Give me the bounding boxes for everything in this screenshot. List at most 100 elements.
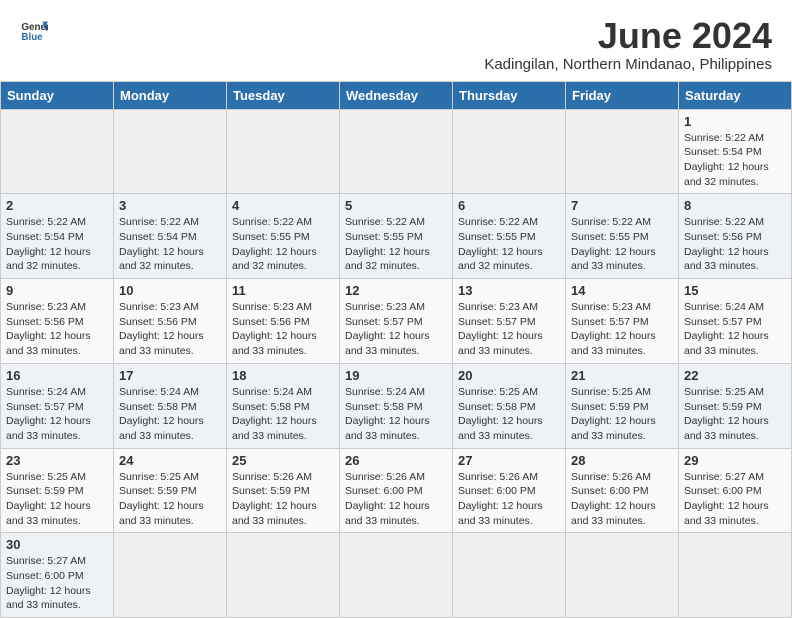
- day-number: 4: [232, 198, 334, 213]
- day-number: 21: [571, 368, 673, 383]
- sunrise-text: Sunrise: 5:23 AM: [458, 300, 560, 315]
- daylight-text: Daylight: 12 hours and 32 minutes.: [345, 245, 447, 274]
- calendar-cell: 18Sunrise: 5:24 AMSunset: 5:58 PMDayligh…: [227, 363, 340, 448]
- day-info: Sunrise: 5:24 AMSunset: 5:57 PMDaylight:…: [6, 385, 108, 444]
- day-number: 2: [6, 198, 108, 213]
- calendar-cell: 19 Sunrise: 5:24 AMSunset: 5:58 PMDayligh…: [340, 363, 453, 448]
- day-info: Sunrise: 5:25 AMSunset: 5:58 PMDaylight:…: [458, 385, 560, 444]
- calendar-cell: 27Sunrise: 5:26 AMSunset: 6:00 PMDayligh…: [453, 448, 566, 533]
- calendar-cell: 21 Sunrise: 5:25 AMSunset: 5:59 PMDayligh…: [566, 363, 679, 448]
- day-number: 12: [345, 283, 447, 298]
- day-number: 30: [6, 537, 108, 552]
- calendar-cell: 3Sunrise: 5:22 AMSunset: 5:54 PMDaylight…: [114, 194, 227, 279]
- day-info: Sunrise: 5:26 AMSunset: 6:00 PMDaylight:…: [571, 470, 673, 529]
- page-header: General Blue June 2024 Kadingilan, North…: [0, 0, 792, 81]
- day-info: Sunrise: 5:26 AMSunset: 6:00 PMDaylight:…: [345, 470, 447, 529]
- day-number: 11: [232, 283, 334, 298]
- calendar-cell: 5 Sunrise: 5:22 AMSunset: 5:55 PMDaylight…: [340, 194, 453, 279]
- sunrise-text: Sunrise: 5:27 AM: [684, 470, 786, 485]
- sunset-text: Sunset: 5:54 PM: [119, 230, 221, 245]
- calendar-cell: 10 Sunrise: 5:23 AMSunset: 5:56 PMDayligh…: [114, 279, 227, 364]
- day-info: Sunrise: 5:24 AMSunset: 5:58 PMDaylight:…: [345, 385, 447, 444]
- day-info: Sunrise: 5:24 AMSunset: 5:58 PMDaylight:…: [119, 385, 221, 444]
- day-info: Sunrise: 5:25 AMSunset: 5:59 PMDaylight:…: [571, 385, 673, 444]
- sunrise-text: Sunrise: 5:22 AM: [571, 215, 673, 230]
- calendar-cell: 25Sunrise: 5:26 AMSunset: 5:59 PMDayligh…: [227, 448, 340, 533]
- sunrise-text: Sunrise: 5:26 AM: [458, 470, 560, 485]
- sunset-text: Sunset: 5:54 PM: [6, 230, 108, 245]
- calendar-cell: [114, 109, 227, 194]
- sunset-text: Sunset: 6:00 PM: [684, 484, 786, 499]
- day-info: Sunrise: 5:25 AMSunset: 5:59 PMDaylight:…: [6, 470, 108, 529]
- day-number: 1: [684, 114, 786, 129]
- calendar-cell: 11 Sunrise: 5:23 AMSunset: 5:56 PMDayligh…: [227, 279, 340, 364]
- daylight-text: Daylight: 12 hours and 33 minutes.: [345, 499, 447, 528]
- calendar-week-row: 30 Sunrise: 5:27 AMSunset: 6:00 PMDayligh…: [1, 533, 792, 618]
- day-info: Sunrise: 5:23 AMSunset: 5:56 PMDaylight:…: [119, 300, 221, 359]
- daylight-text: Daylight: 12 hours and 33 minutes.: [684, 245, 786, 274]
- sunrise-text: Sunrise: 5:25 AM: [6, 470, 108, 485]
- sunset-text: Sunset: 5:59 PM: [119, 484, 221, 499]
- calendar-cell: 16Sunrise: 5:24 AMSunset: 5:57 PMDayligh…: [1, 363, 114, 448]
- day-number: 9: [6, 283, 108, 298]
- day-info: Sunrise: 5:22 AMSunset: 5:55 PMDaylight:…: [345, 215, 447, 274]
- sunset-text: Sunset: 5:58 PM: [232, 400, 334, 415]
- daylight-text: Daylight: 12 hours and 33 minutes.: [232, 499, 334, 528]
- day-info: Sunrise: 5:23 AMSunset: 5:56 PMDaylight:…: [232, 300, 334, 359]
- daylight-text: Daylight: 12 hours and 33 minutes.: [571, 499, 673, 528]
- sunrise-text: Sunrise: 5:24 AM: [684, 300, 786, 315]
- calendar-week-row: 1Sunrise: 5:22 AMSunset: 5:54 PMDaylight…: [1, 109, 792, 194]
- daylight-text: Daylight: 12 hours and 33 minutes.: [571, 245, 673, 274]
- day-number: 19: [345, 368, 447, 383]
- daylight-text: Daylight: 12 hours and 33 minutes.: [6, 414, 108, 443]
- daylight-text: Daylight: 12 hours and 33 minutes.: [571, 329, 673, 358]
- day-number: 25: [232, 453, 334, 468]
- day-info: Sunrise: 5:24 AMSunset: 5:58 PMDaylight:…: [232, 385, 334, 444]
- sunset-text: Sunset: 5:59 PM: [232, 484, 334, 499]
- day-number: 3: [119, 198, 221, 213]
- sunset-text: Sunset: 5:56 PM: [232, 315, 334, 330]
- col-header-friday: Friday: [566, 81, 679, 109]
- calendar-cell: 29Sunrise: 5:27 AMSunset: 6:00 PMDayligh…: [679, 448, 792, 533]
- calendar-cell: [340, 533, 453, 618]
- calendar-cell: 4Sunrise: 5:22 AMSunset: 5:55 PMDaylight…: [227, 194, 340, 279]
- day-info: Sunrise: 5:27 AMSunset: 6:00 PMDaylight:…: [6, 554, 108, 613]
- col-header-sunday: Sunday: [1, 81, 114, 109]
- title-block: June 2024 Kadingilan, Northern Mindanao,…: [484, 16, 772, 73]
- calendar-cell: 14Sunrise: 5:23 AMSunset: 5:57 PMDayligh…: [566, 279, 679, 364]
- day-number: 10: [119, 283, 221, 298]
- sunrise-text: Sunrise: 5:27 AM: [6, 554, 108, 569]
- day-number: 14: [571, 283, 673, 298]
- sunrise-text: Sunrise: 5:24 AM: [6, 385, 108, 400]
- day-info: Sunrise: 5:23 AMSunset: 5:57 PMDaylight:…: [458, 300, 560, 359]
- calendar-cell: 26Sunrise: 5:26 AMSunset: 6:00 PMDayligh…: [340, 448, 453, 533]
- sunrise-text: Sunrise: 5:22 AM: [345, 215, 447, 230]
- sunset-text: Sunset: 6:00 PM: [6, 569, 108, 584]
- calendar-cell: 20Sunrise: 5:25 AMSunset: 5:58 PMDayligh…: [453, 363, 566, 448]
- day-number: 8: [684, 198, 786, 213]
- sunset-text: Sunset: 5:56 PM: [6, 315, 108, 330]
- col-header-wednesday: Wednesday: [340, 81, 453, 109]
- location-subtitle: Kadingilan, Northern Mindanao, Philippin…: [484, 56, 772, 73]
- sunrise-text: Sunrise: 5:24 AM: [345, 385, 447, 400]
- calendar-cell: 22Sunrise: 5:25 AMSunset: 5:59 PMDayligh…: [679, 363, 792, 448]
- sunrise-text: Sunrise: 5:26 AM: [345, 470, 447, 485]
- col-header-thursday: Thursday: [453, 81, 566, 109]
- day-info: Sunrise: 5:24 AMSunset: 5:57 PMDaylight:…: [684, 300, 786, 359]
- sunrise-text: Sunrise: 5:25 AM: [571, 385, 673, 400]
- day-info: Sunrise: 5:22 AMSunset: 5:55 PMDaylight:…: [458, 215, 560, 274]
- sunrise-text: Sunrise: 5:25 AM: [458, 385, 560, 400]
- sunset-text: Sunset: 5:55 PM: [232, 230, 334, 245]
- day-number: 15: [684, 283, 786, 298]
- sunrise-text: Sunrise: 5:23 AM: [6, 300, 108, 315]
- svg-text:Blue: Blue: [21, 32, 43, 43]
- sunrise-text: Sunrise: 5:23 AM: [232, 300, 334, 315]
- sunset-text: Sunset: 5:55 PM: [458, 230, 560, 245]
- day-number: 5: [345, 198, 447, 213]
- day-number: 28: [571, 453, 673, 468]
- calendar-cell: [1, 109, 114, 194]
- calendar-cell: 2Sunrise: 5:22 AMSunset: 5:54 PMDaylight…: [1, 194, 114, 279]
- daylight-text: Daylight: 12 hours and 33 minutes.: [571, 414, 673, 443]
- day-number: 22: [684, 368, 786, 383]
- sunrise-text: Sunrise: 5:26 AM: [571, 470, 673, 485]
